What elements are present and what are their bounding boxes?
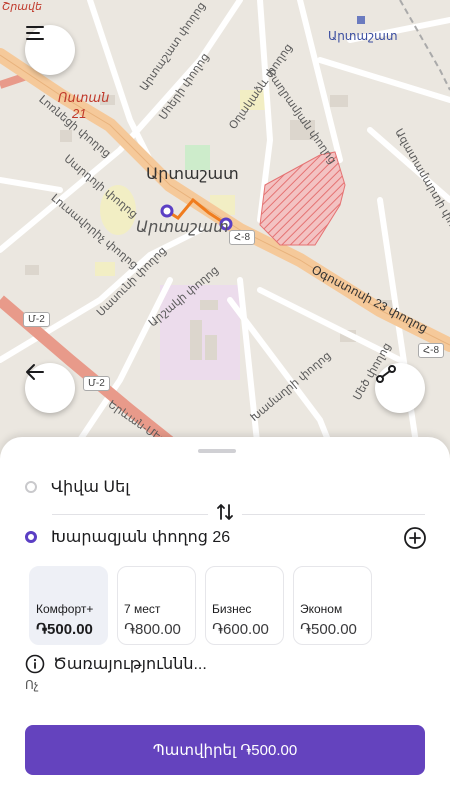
- tariff-price: ֏500.00: [300, 621, 357, 638]
- to-dot-icon: [25, 531, 37, 543]
- tariff-list: Комфорт+ ֏500.00 7 мест ֏800.00 Бизнес ֏…: [29, 566, 372, 645]
- info-icon: [25, 654, 45, 679]
- route-to-text: Խարազյան փողոց 26: [51, 529, 231, 546]
- menu-button[interactable]: [25, 25, 75, 75]
- back-button[interactable]: [25, 363, 75, 413]
- map-label-region: Արտաշատ: [328, 29, 398, 43]
- road-shield: Մ-2: [23, 312, 50, 327]
- services-option[interactable]: Ծառայություննն...: [25, 654, 207, 679]
- tariff-card-economy[interactable]: Эконом ֏500.00: [293, 566, 372, 645]
- tariff-name: Комфорт+: [36, 602, 94, 616]
- tariff-name: 7 мест: [124, 602, 161, 616]
- tariff-card-comfort-plus[interactable]: Комфорт+ ֏500.00: [29, 566, 108, 645]
- route-to-row[interactable]: Խարազյան փողոց 26: [25, 523, 395, 551]
- tariff-name: Эконом: [300, 602, 343, 616]
- route-start-marker: [160, 204, 174, 218]
- sheet-grabber[interactable]: [198, 449, 236, 453]
- road-shield: Մ-2: [83, 376, 110, 391]
- tariff-name: Бизнес: [212, 602, 252, 616]
- route-from-text: Վիվա Սել: [51, 479, 130, 496]
- map-label-red: Ոստան: [58, 90, 110, 105]
- road-shield: Հ-8: [418, 343, 445, 358]
- map-label-red-top: Շրավե: [2, 1, 42, 13]
- order-button[interactable]: Պատվիրել ֏500.00: [25, 725, 425, 775]
- services-value: Ոչ: [25, 678, 39, 692]
- tariff-price: ֏600.00: [212, 621, 269, 638]
- tariff-card-7-seats[interactable]: 7 мест ֏800.00: [117, 566, 196, 645]
- from-dot-icon: [25, 481, 37, 493]
- route-button[interactable]: [375, 363, 425, 413]
- map-label-city-italic: Արտաշատ: [136, 219, 229, 236]
- plus-circle-icon: [403, 527, 427, 554]
- services-title: Ծառայություննն...: [53, 656, 207, 673]
- tariff-price: ֏800.00: [124, 621, 181, 638]
- road-shield: Հ-8: [229, 230, 256, 245]
- tariff-price: ֏500.00: [36, 621, 93, 638]
- map-view[interactable]: Արտաշատ Արտաշատ Արտաշատ Ոստան 21 Շրավե Ա…: [0, 0, 450, 470]
- order-sheet: Վիվա Սել Խարազյան փողոց 26 Комфорт+ ֏500…: [0, 437, 450, 800]
- add-stop-button[interactable]: [403, 526, 427, 550]
- tariff-card-business[interactable]: Бизнес ֏600.00: [205, 566, 284, 645]
- map-label-city: Արտաշատ: [146, 166, 239, 183]
